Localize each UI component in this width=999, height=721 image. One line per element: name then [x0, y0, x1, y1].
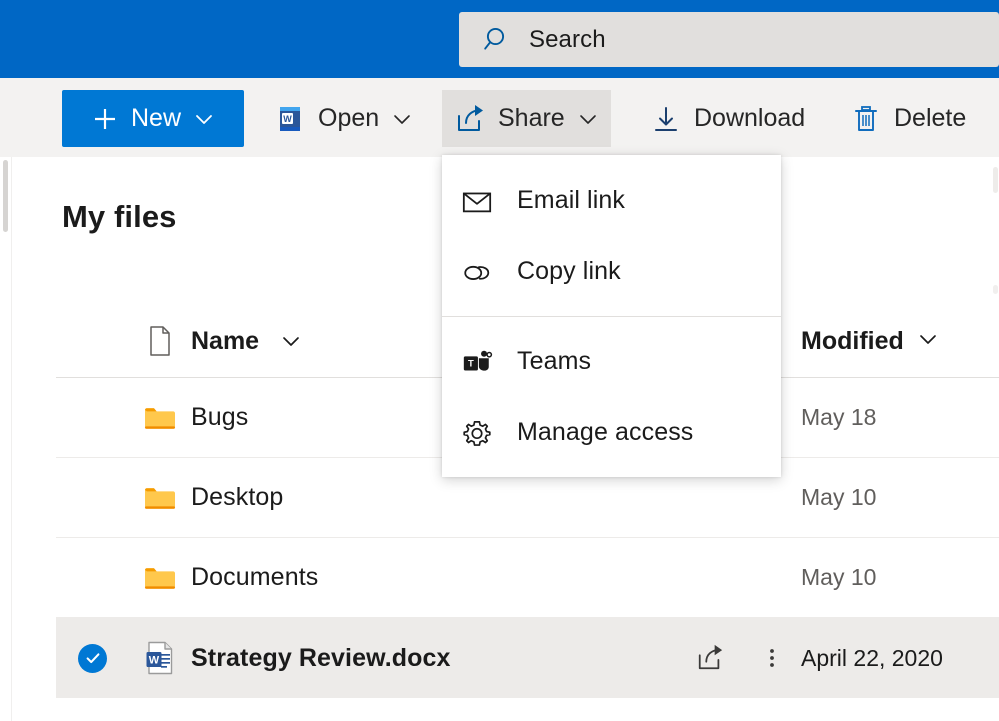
row-name: Desktop — [191, 483, 283, 512]
file-type-column-icon[interactable] — [129, 326, 191, 356]
menu-item-label: Copy link — [517, 257, 621, 286]
left-scrollbar[interactable] — [0, 157, 12, 721]
link-icon — [460, 255, 494, 289]
chevron-down-icon — [918, 336, 938, 353]
modified-column-label: Modified — [801, 327, 904, 355]
download-icon — [651, 104, 681, 134]
trash-icon — [851, 104, 881, 134]
delete-button[interactable]: Delete — [838, 90, 979, 147]
envelope-icon — [460, 184, 494, 218]
row-file-icon — [129, 404, 191, 432]
suite-header: Search — [0, 0, 999, 78]
teams-icon: T — [460, 345, 494, 379]
chevron-down-icon — [392, 109, 412, 129]
name-column-label: Name — [191, 327, 259, 356]
row-name: Documents — [191, 563, 318, 592]
row-name: Strategy Review.docx — [191, 644, 451, 673]
folder-icon — [143, 484, 177, 512]
row-modified: May 10 — [801, 484, 876, 510]
menu-item-manage-access[interactable]: Manage access — [442, 397, 781, 468]
right-scrollbar-thumb[interactable] — [993, 167, 998, 193]
menu-divider — [442, 316, 781, 317]
row-name-cell[interactable]: Documents — [191, 563, 677, 592]
row-modified-cell: May 18 — [801, 404, 999, 431]
search-input[interactable]: Search — [459, 12, 999, 67]
folder-icon — [143, 404, 177, 432]
search-icon — [483, 25, 513, 55]
menu-item-label: Teams — [517, 347, 591, 376]
share-dropdown-menu: Email link Copy link T — [442, 155, 781, 477]
open-button[interactable]: W Open — [262, 90, 425, 147]
table-row-selected[interactable]: W Strategy Review.docx — [56, 618, 999, 698]
delete-button-label: Delete — [894, 104, 966, 133]
onedrive-app: Search New — [0, 0, 999, 721]
checkmark-icon — [78, 644, 107, 673]
row-name: Bugs — [191, 403, 248, 432]
folder-icon — [143, 564, 177, 592]
share-icon — [696, 644, 724, 672]
new-button-label: New — [131, 104, 181, 133]
download-button[interactable]: Download — [638, 90, 818, 147]
right-scrollbar[interactable] — [992, 157, 999, 721]
plus-icon — [92, 106, 118, 132]
menu-item-email-link[interactable]: Email link — [442, 165, 781, 236]
document-icon — [147, 326, 173, 356]
more-vertical-icon — [767, 643, 777, 673]
menu-item-copy-link[interactable]: Copy link — [442, 236, 781, 307]
search-placeholder: Search — [529, 26, 606, 54]
gear-icon — [460, 416, 494, 450]
word-app-icon: W — [275, 104, 305, 134]
row-modified-cell: May 10 — [801, 564, 999, 591]
row-checkbox-checked[interactable] — [56, 644, 129, 673]
download-button-label: Download — [694, 104, 805, 133]
command-bar: New W Open — [0, 78, 999, 157]
menu-item-label: Email link — [517, 186, 625, 215]
modified-column-header[interactable]: Modified — [801, 327, 999, 356]
chevron-down-icon — [281, 331, 301, 351]
row-file-icon — [129, 564, 191, 592]
table-row[interactable]: Documents May 10 — [56, 538, 999, 618]
svg-text:T: T — [468, 357, 474, 368]
row-name-cell[interactable]: Strategy Review.docx — [191, 644, 677, 673]
row-modified: May 18 — [801, 404, 876, 430]
word-doc-icon: W — [145, 641, 175, 675]
chevron-down-icon — [194, 109, 214, 129]
row-file-icon — [129, 484, 191, 512]
left-scrollbar-thumb[interactable] — [3, 160, 8, 232]
row-modified: May 10 — [801, 564, 876, 590]
chevron-down-icon — [578, 109, 598, 129]
open-button-label: Open — [318, 104, 379, 133]
row-modified-cell: May 10 — [801, 484, 999, 511]
menu-item-label: Manage access — [517, 418, 693, 447]
row-modified: April 22, 2020 — [801, 645, 943, 671]
page-title: My files — [62, 199, 177, 235]
svg-text:W: W — [283, 114, 292, 124]
svg-text:W: W — [149, 655, 160, 667]
row-more-button[interactable] — [743, 643, 801, 673]
row-name-cell[interactable]: Desktop — [191, 483, 677, 512]
right-scrollbar-thumb-secondary[interactable] — [993, 285, 998, 294]
share-icon — [455, 104, 485, 134]
row-share-button[interactable] — [677, 644, 743, 672]
row-modified-cell: April 22, 2020 — [801, 645, 999, 672]
share-button[interactable]: Share — [442, 90, 611, 147]
share-button-label: Share — [498, 104, 565, 133]
row-file-icon: W — [129, 641, 191, 675]
menu-item-teams[interactable]: T Teams — [442, 326, 781, 397]
new-button[interactable]: New — [62, 90, 244, 147]
